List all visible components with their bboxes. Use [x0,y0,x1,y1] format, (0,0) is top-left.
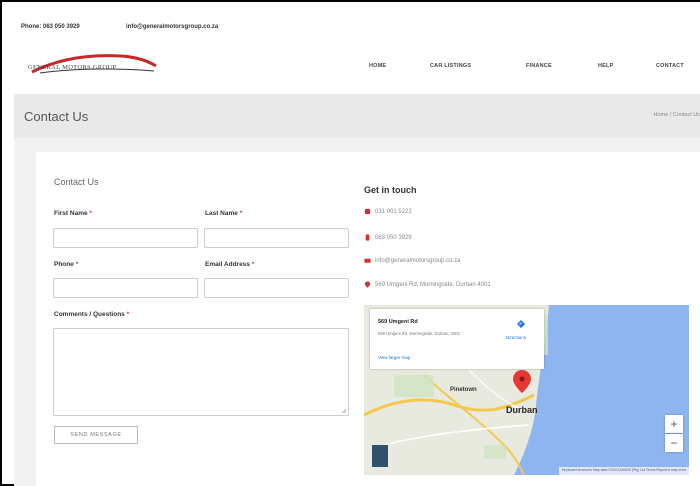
directions-icon[interactable] [516,319,526,329]
mobile-icon [365,234,370,241]
top-bar: Phone: 063 050 3929 info@generalmotorsgr… [14,14,700,41]
map-marker-icon [364,281,371,288]
phone-field[interactable] [53,278,198,298]
email-label: Email Address * [205,261,255,268]
contact-address[interactable]: 569 Umgeni Rd, Morningside, Durban 4001 [364,281,491,288]
last-name-field[interactable] [204,228,349,248]
contact-phone-2[interactable]: 063 050 3929 [364,234,412,241]
map-place-title: 569 Umgeni Rd [378,319,418,325]
nav-home[interactable]: HOME [369,63,386,69]
comments-textarea[interactable] [53,328,349,416]
first-name-field[interactable] [53,228,198,248]
comments-label: Comments / Questions * [54,311,130,318]
map-place-card: 569 Umgeni Rd 569 Umgeni Rd, Morningside… [370,309,544,369]
email-field[interactable] [204,278,349,298]
map-place-address: 569 Umgeni Rd, Morningside, Durban, 4001 [378,331,460,336]
map-label-pinetown: Pinetown [450,387,477,393]
directions-link[interactable]: Directions [506,335,526,340]
resize-handle-icon[interactable] [341,408,347,414]
contact-phone-1[interactable]: 031 001 5222 [364,208,412,215]
nav-help[interactable]: HELP [598,63,613,69]
send-message-button[interactable]: SEND MESSAGE [54,426,138,444]
envelope-icon [364,258,371,263]
nav-car-listings[interactable]: CAR LISTINGS [430,63,471,69]
view-larger-map-link[interactable]: View larger map [378,355,410,360]
nav-finance[interactable]: FINANCE [526,63,552,69]
top-email[interactable]: info@generalmotorsgroup.co.za [126,24,218,30]
nav-contact[interactable]: CONTACT [656,63,684,69]
last-name-label: Last Name * [205,210,243,217]
page-title: Contact Us [24,109,89,124]
first-name-label: First Name * [54,210,92,217]
page-title-bar: Contact Us Home / Contact Us [14,94,700,138]
form-title: Contact Us [54,177,99,187]
logo-text: GENERAL MOTORS GROUP [28,64,117,71]
map-label-durban: Durban [506,405,538,415]
contact-email[interactable]: info@generalmotorsgroup.co.za [364,257,460,264]
location-map[interactable]: Pinetown Durban 569 Umgeni Rd 569 Umgeni… [364,305,689,475]
phone-icon [364,208,371,215]
get-in-touch-title: Get in touch [364,185,417,195]
map-footer: Keyboard shortcuts Map data ©2023 AfriGI… [558,467,689,475]
breadcrumb[interactable]: Home / Contact Us [654,112,700,118]
site-header: GENERAL MOTORS GROUP HOME CAR LISTINGS F… [14,40,700,94]
zoom-in-button[interactable]: + [665,415,683,433]
zoom-out-button[interactable]: − [665,434,683,452]
top-phone[interactable]: Phone: 063 050 3929 [21,24,80,30]
phone-label: Phone * [54,261,79,268]
